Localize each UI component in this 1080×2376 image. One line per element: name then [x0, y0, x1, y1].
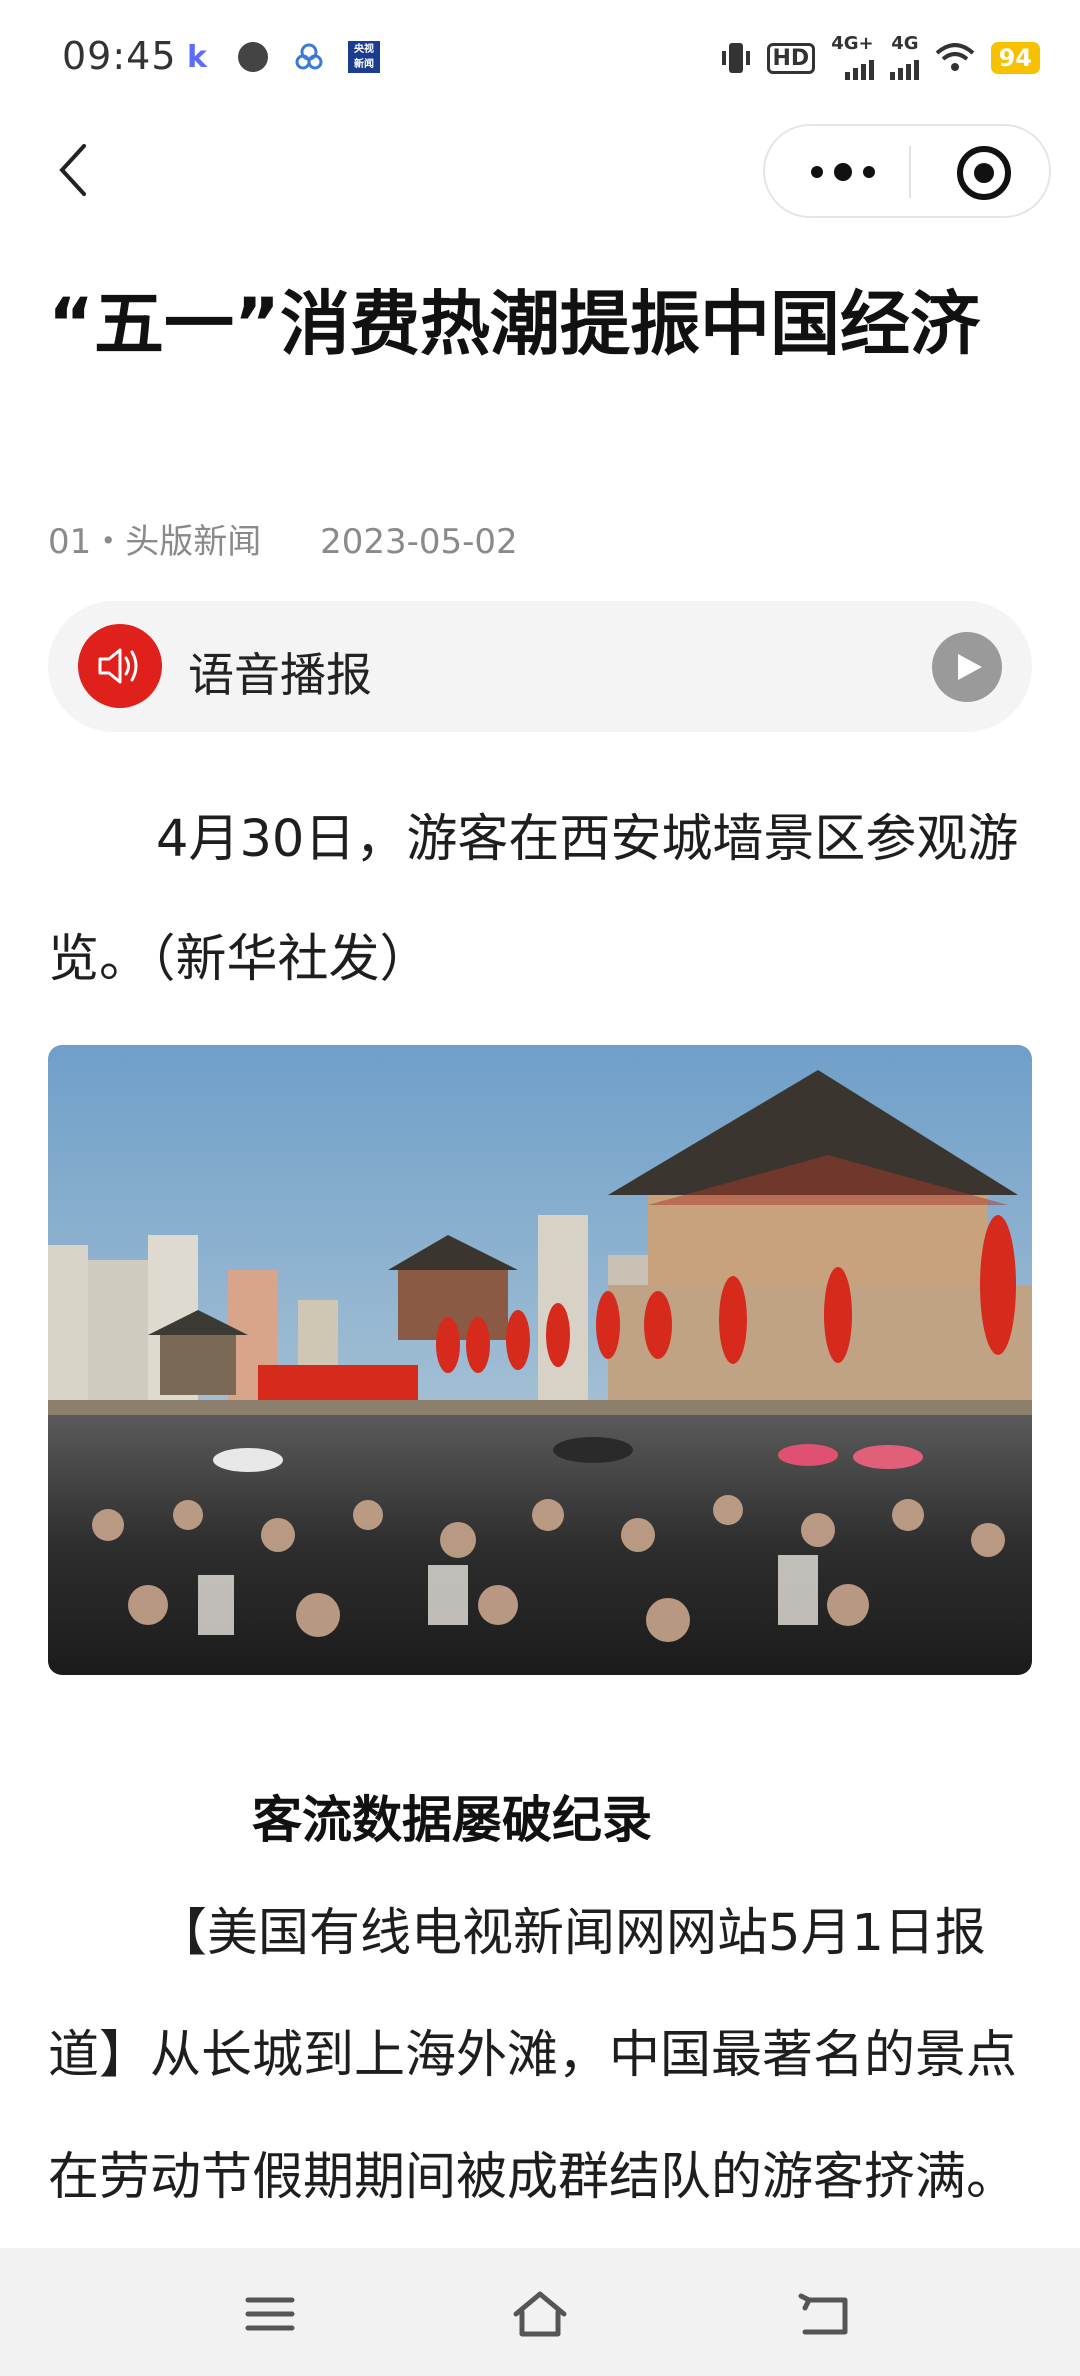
article-photo[interactable]	[48, 1045, 1032, 1675]
wifi-icon	[935, 43, 974, 71]
more-dots-icon[interactable]	[805, 150, 881, 194]
mini-program-capsule	[763, 124, 1051, 218]
app-k-icon: k	[187, 39, 207, 75]
nav-bar	[0, 116, 1080, 226]
capsule-divider	[909, 146, 911, 198]
network-label-1: 4G+	[831, 33, 874, 54]
vibrate-icon	[721, 43, 750, 73]
back-arrow-icon[interactable]	[795, 2286, 855, 2342]
article-section[interactable]: 01・头版新闻	[48, 522, 261, 562]
article-paragraph: 【美国有线电视新闻网网站5月1日报道】从长城到上海外滩，中国最著名的景点在劳动节…	[48, 1904, 1018, 2207]
home-icon[interactable]	[510, 2286, 570, 2342]
status-time: 09:45	[62, 34, 177, 78]
notification-icons: k 央视 新闻	[180, 39, 380, 75]
section-subheading: 客流数据屡破纪录	[252, 1791, 652, 1849]
article-date: 2023-05-02	[320, 522, 518, 562]
voice-broadcast-label: 语音播报	[188, 648, 372, 702]
system-nav-bar	[0, 2248, 1080, 2376]
signal-1: 4G+	[831, 33, 874, 80]
dial-icon	[236, 40, 270, 74]
system-icons: HD 4G+ 4G 94	[721, 33, 1040, 80]
signal-bars-icon	[844, 52, 874, 80]
play-icon[interactable]	[932, 632, 1002, 702]
shapes-icon	[292, 40, 326, 74]
photo-caption: 4月30日，游客在西安城墙景区参观游览。（新华社发）	[48, 810, 1019, 989]
city-wall-crowd-image	[48, 1045, 1032, 1675]
article-meta: 01・头版新闻 2023-05-02	[48, 514, 518, 563]
hd-label: HD	[766, 42, 816, 74]
cctv-news-icon: 央视 新闻	[348, 41, 380, 73]
target-close-icon[interactable]	[955, 144, 1013, 202]
menu-icon[interactable]	[240, 2286, 300, 2342]
voice-broadcast-bar[interactable]: 语音播报	[48, 601, 1032, 732]
chevron-left-icon[interactable]	[48, 138, 100, 202]
network-label-2: 4G	[891, 33, 919, 54]
cctv-label: 央视 新闻	[354, 44, 374, 70]
signal-bars-icon	[889, 52, 919, 80]
battery-level: 94	[990, 42, 1040, 74]
speaker-icon	[78, 624, 162, 708]
article-title: “五一”消费热潮提振中国经济	[48, 283, 981, 365]
status-bar: 09:45 k 央视 新闻 HD 4G+ 4G 94	[0, 0, 1080, 116]
signal-2: 4G	[889, 33, 919, 80]
